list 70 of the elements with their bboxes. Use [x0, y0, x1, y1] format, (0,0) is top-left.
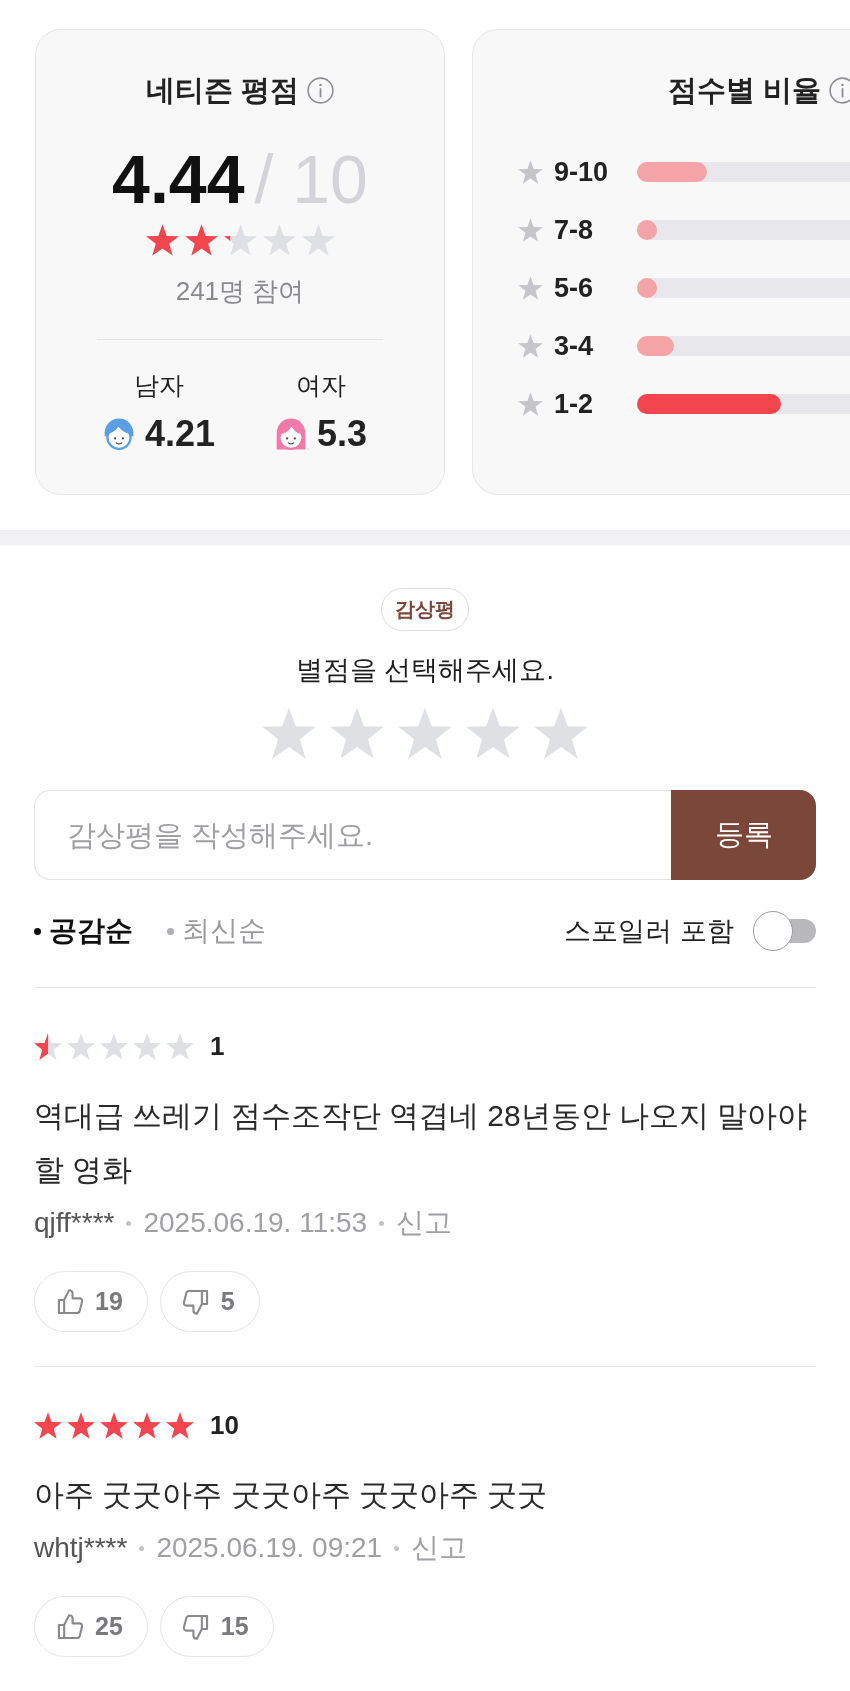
spoiler-label: 스포일러 포함 — [564, 915, 734, 948]
star-icon — [518, 160, 543, 184]
thumbs-down-icon — [182, 1288, 209, 1315]
gender-score: 4.21 — [144, 414, 216, 454]
star-icon[interactable] — [398, 707, 452, 759]
star-icon — [133, 1411, 161, 1439]
star-icon — [301, 224, 335, 256]
score-range-label: 9-10 — [554, 157, 610, 187]
star-icon — [262, 224, 296, 256]
star-icon — [184, 224, 218, 256]
author-name: whtj**** — [34, 1531, 128, 1565]
review-text: 아주 굿굿아주 굿굿아주 굿굿아주 굿굿 — [34, 1477, 549, 1513]
star-icon — [223, 224, 257, 256]
like-button[interactable]: 19 — [34, 1271, 148, 1332]
star-icon — [518, 218, 543, 242]
review-text: 역대급 쓰레기 점수조작단 역겹네 28년동안 나오지 말아야 할 영화 — [34, 1098, 809, 1188]
report-link[interactable]: 신고 — [396, 1206, 453, 1240]
star-icon[interactable] — [262, 707, 316, 759]
thumbs-down-icon — [182, 1613, 209, 1640]
gender-label: 여자 — [296, 370, 346, 401]
dislike-button[interactable]: 15 — [159, 1596, 274, 1657]
score-range-label: 5-6 — [554, 273, 595, 303]
star-icon — [518, 334, 543, 358]
star-icon — [145, 224, 179, 256]
star-icon — [133, 1032, 161, 1060]
star-icon — [100, 1032, 128, 1060]
score-range-label: 1-2 — [554, 389, 595, 419]
star-icon — [100, 1411, 128, 1439]
gender-label: 남자 — [134, 370, 184, 401]
dislike-button[interactable]: 5 — [159, 1271, 260, 1332]
thumbs-up-icon — [57, 1613, 83, 1640]
star-icon — [518, 276, 543, 300]
review-score: 1 — [210, 1030, 225, 1062]
spoiler-toggle[interactable] — [753, 911, 816, 951]
card-title: 네티즌 평점 — [145, 73, 300, 108]
star-icon — [166, 1032, 194, 1060]
review-input[interactable]: 감상평을 작성해주세요. — [34, 790, 671, 880]
info-icon[interactable] — [829, 76, 850, 104]
review-score: 10 — [210, 1409, 239, 1441]
card-title: 점수별 비율 — [667, 73, 822, 108]
average-score: 4.44 — [112, 145, 245, 213]
review-date: 2025.06.19. 11:53 — [143, 1206, 368, 1240]
star-icon — [34, 1411, 62, 1439]
score-range-label: 7-8 — [554, 215, 595, 245]
star-icon — [34, 1032, 62, 1060]
gender-score: 5.3 — [316, 414, 367, 454]
star-icon[interactable] — [330, 707, 384, 759]
star-icon — [67, 1411, 95, 1439]
review-date: 2025.06.19. 09:21 — [156, 1531, 383, 1565]
score-range-label: 3-4 — [554, 331, 595, 361]
like-button[interactable]: 25 — [34, 1596, 148, 1657]
bullet-icon — [34, 927, 41, 935]
star-icon — [166, 1411, 194, 1439]
star-icon[interactable] — [466, 707, 520, 759]
submit-button[interactable]: 등록 — [671, 790, 816, 880]
boy-avatar-icon — [102, 418, 135, 450]
girl-avatar-icon — [274, 418, 307, 450]
author-name: qjff**** — [34, 1206, 115, 1240]
star-icon — [518, 392, 543, 416]
report-link[interactable]: 신고 — [411, 1531, 468, 1565]
bullet-icon — [167, 927, 174, 935]
star-icon[interactable] — [534, 707, 588, 759]
thumbs-up-icon — [57, 1288, 83, 1315]
review-tag: 감상평 — [381, 588, 469, 631]
info-icon[interactable] — [307, 76, 335, 104]
sort-option[interactable]: 최신순 — [167, 911, 266, 951]
participant-count: 241명 참여 — [175, 275, 305, 307]
star-icon — [67, 1032, 95, 1060]
rating-prompt: 별점을 선택해주세요. — [296, 654, 554, 687]
sort-option[interactable]: 공감순 — [34, 911, 133, 951]
